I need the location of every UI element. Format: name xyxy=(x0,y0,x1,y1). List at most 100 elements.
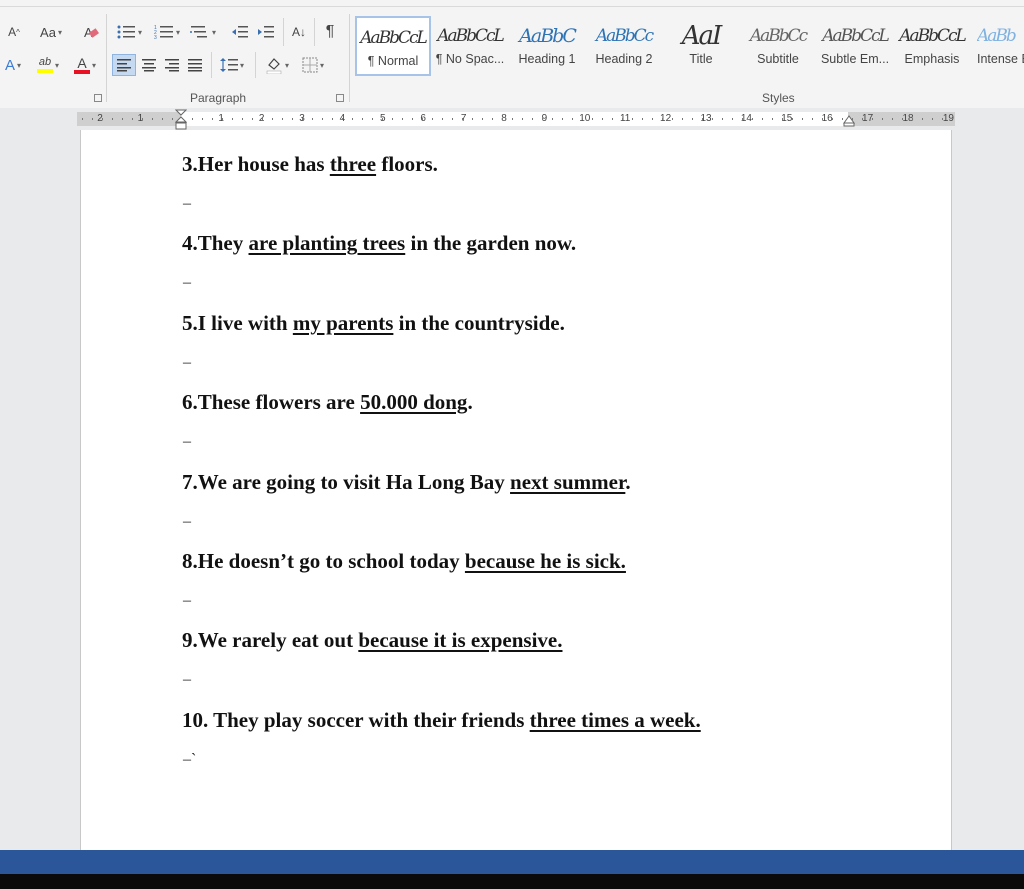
question-number: 9. xyxy=(182,628,198,653)
ruler-tick xyxy=(792,118,793,120)
answer-dash[interactable]: – xyxy=(183,513,191,531)
ruler-tick xyxy=(832,118,833,120)
style-name: Subtle Em... xyxy=(820,52,890,66)
ruler-tick xyxy=(522,118,523,120)
sort-button[interactable]: A↓ xyxy=(287,21,311,43)
ruler-tick xyxy=(342,118,343,120)
group-separator xyxy=(349,14,350,102)
style-name: ¶ Normal xyxy=(367,54,419,68)
change-case-button[interactable]: Aa ▾ xyxy=(34,21,68,43)
ruler-tick xyxy=(392,118,393,120)
ruler-tick xyxy=(802,118,803,120)
ruler-tick xyxy=(702,118,703,120)
bullets-icon xyxy=(117,25,135,39)
bullets-button[interactable]: ▾ xyxy=(112,21,146,43)
style-name: Title xyxy=(689,52,713,66)
grow-font-button[interactable]: A ^ xyxy=(4,21,24,43)
answer-dash[interactable]: – xyxy=(183,433,191,451)
ruler-tick xyxy=(362,118,363,120)
numbering-button[interactable]: 1 2 3 ▾ xyxy=(150,21,184,43)
ruler-tick xyxy=(472,118,473,120)
question-line[interactable]: 9.We rarely eat out because it is expens… xyxy=(182,628,562,653)
ruler-tick xyxy=(262,118,263,120)
question-line[interactable]: 3.Her house has three floors. xyxy=(182,152,438,177)
style-no-spacing[interactable]: AaBbCcL ¶ No Spac... xyxy=(432,16,508,76)
ruler-tick xyxy=(572,118,573,120)
ruler-tick xyxy=(662,118,663,120)
ribbon: A^ Aa▾ A A▾ ab ▾ A ▾ ▾ 123▾ ▾ A↓ ¶ xyxy=(0,0,1024,109)
style-intense-emphasis[interactable]: AaBb Intense E xyxy=(971,16,1024,76)
underlined-phrase: my parents xyxy=(292,310,394,335)
question-number: 6. xyxy=(182,390,198,415)
question-line[interactable]: 7.We are going to visit Ha Long Bay next… xyxy=(182,470,631,495)
ruler-tick xyxy=(352,118,353,120)
align-left-button[interactable] xyxy=(112,54,136,76)
font-dialog-launcher[interactable] xyxy=(94,94,102,102)
increase-indent-icon xyxy=(258,26,274,38)
ruler-tick xyxy=(432,118,433,120)
align-right-button[interactable] xyxy=(160,54,184,76)
style-heading-2[interactable]: AaBbCc Heading 2 xyxy=(586,16,662,76)
ruler-number: 6 xyxy=(420,113,426,124)
style-heading-1[interactable]: AaBbC Heading 1 xyxy=(509,16,585,76)
question-line[interactable]: 5.I live with my parents in the countrys… xyxy=(182,311,565,336)
style-sample: AaBbC xyxy=(519,25,577,47)
ruler-tick xyxy=(672,118,673,120)
style-sample: AaBbCcL xyxy=(899,26,967,46)
ruler-tick xyxy=(742,118,743,120)
style-sample: AaBbCc xyxy=(749,26,808,46)
ruler-tick xyxy=(532,118,533,120)
decrease-indent-button[interactable] xyxy=(228,21,252,43)
ruler-tick xyxy=(502,118,503,120)
ruler-tick xyxy=(732,118,733,120)
justify-button[interactable] xyxy=(183,54,207,76)
align-center-button[interactable] xyxy=(137,54,161,76)
font-color-swatch xyxy=(73,69,90,74)
line-spacing-button[interactable]: ▾ xyxy=(215,54,249,76)
borders-button[interactable]: ▾ xyxy=(296,54,330,76)
indent-marker-icon[interactable] xyxy=(175,109,187,131)
question-line[interactable]: 8.He doesn’t go to school today because … xyxy=(182,549,626,574)
separator xyxy=(314,18,315,46)
increase-indent-button[interactable] xyxy=(254,21,278,43)
question-number: 3. xyxy=(182,152,198,176)
font-color-button[interactable]: A ▾ xyxy=(68,54,102,76)
ruler-tick xyxy=(232,118,233,120)
clear-formatting-button[interactable]: A xyxy=(80,21,102,43)
line-spacing-icon xyxy=(219,58,238,72)
shading-button[interactable]: ▾ xyxy=(260,54,294,76)
ruler-tick xyxy=(402,118,403,120)
style-emphasis[interactable]: AaBbCcL Emphasis xyxy=(894,16,970,76)
answer-dash[interactable]: – xyxy=(183,195,191,213)
style-sample: AaBbCcL xyxy=(822,26,890,46)
question-line[interactable]: 6.These flowers are 50.000 dong. xyxy=(182,390,473,415)
answer-dash[interactable]: – xyxy=(183,592,191,610)
right-indent-marker-icon[interactable] xyxy=(843,115,855,127)
text-effects-button[interactable]: A ▾ xyxy=(0,54,26,76)
question-line[interactable]: 4.They are planting trees in the garden … xyxy=(182,231,576,256)
ruler-tick xyxy=(892,118,893,120)
highlight-color-button[interactable]: ab ▾ xyxy=(30,54,66,76)
style-sample: AaBbCcL xyxy=(360,28,428,48)
underlined-phrase: because it is expensive. xyxy=(358,628,563,653)
paragraph-dialog-launcher[interactable] xyxy=(336,94,344,102)
style-subtitle[interactable]: AaBbCc Subtitle xyxy=(740,16,816,76)
sentence-text: They play soccer with their friends xyxy=(213,707,530,732)
style-subtle-emphasis[interactable]: AaBbCcL Subtle Em... xyxy=(817,16,893,76)
show-formatting-button[interactable]: ¶ xyxy=(318,21,342,43)
answer-dash[interactable]: –` xyxy=(183,751,196,769)
multilevel-list-button[interactable]: ▾ xyxy=(186,21,220,43)
styles-group-label: Styles xyxy=(762,91,795,105)
ruler-tick xyxy=(422,118,423,120)
style-title[interactable]: AaI Title xyxy=(663,16,739,76)
style-name: Heading 1 xyxy=(518,52,576,66)
answer-dash[interactable]: – xyxy=(183,354,191,372)
answer-dash[interactable]: – xyxy=(183,671,191,689)
answer-dash[interactable]: – xyxy=(183,274,191,292)
ruler-tick xyxy=(92,118,93,120)
style-normal[interactable]: AaBbCcL ¶ Normal xyxy=(355,16,431,76)
sentence-text: . xyxy=(467,390,473,415)
question-line[interactable]: 10. They play soccer with their friends … xyxy=(182,708,701,733)
question-number: 8. xyxy=(182,549,198,573)
ruler-number: 8 xyxy=(501,113,507,124)
